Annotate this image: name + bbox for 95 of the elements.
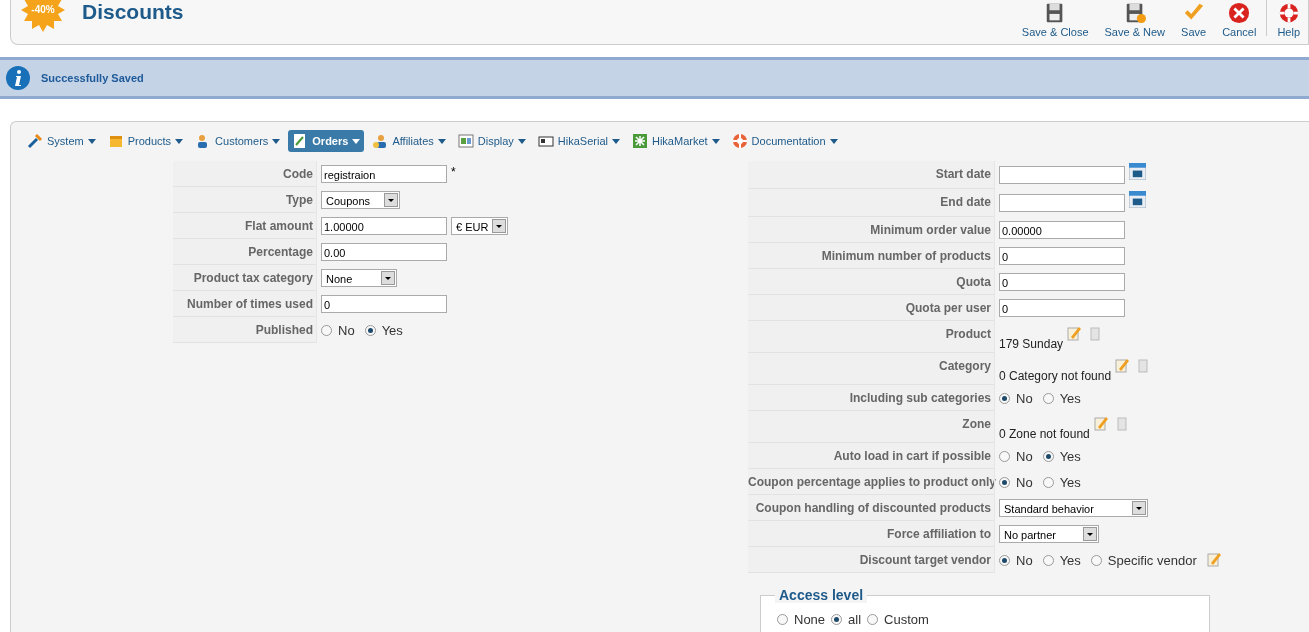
calendar-icon[interactable]	[1129, 191, 1146, 208]
field-value: 0 Zone not found	[999, 427, 1090, 441]
radio-option[interactable]: No	[321, 322, 355, 338]
field-label: Auto load in cart if possible	[748, 443, 994, 469]
toolbar-button[interactable]: Save	[1173, 0, 1215, 38]
field-label: Product	[748, 321, 994, 353]
radio-option[interactable]: Custom	[867, 612, 929, 627]
menu-icon	[372, 133, 389, 149]
toolbar-button[interactable]: Cancel	[1214, 0, 1265, 38]
text-field[interactable]: 0	[999, 247, 1125, 265]
field-label: Flat amount	[173, 213, 316, 239]
field-label: Coupon handling of discounted products	[748, 495, 994, 521]
toolbar-button[interactable]: Save & New	[1096, 0, 1174, 38]
text-field[interactable]: 0	[999, 273, 1125, 291]
menu-item[interactable]: Display	[453, 130, 530, 152]
radio-option[interactable]: Yes	[364, 322, 403, 338]
field-label: Minimum order value	[748, 217, 994, 243]
menu-icon	[27, 133, 43, 149]
toolbar-button[interactable]: Help	[1269, 0, 1308, 38]
field-label: Percentage	[173, 239, 316, 265]
radio-option[interactable]: all	[831, 612, 862, 627]
menu-icon	[457, 133, 474, 149]
edit-icon[interactable]	[1093, 415, 1110, 431]
menu-icon	[107, 133, 124, 149]
field-label: Type	[173, 187, 316, 213]
menu-item[interactable]: HikaMarket	[627, 130, 724, 152]
message-text: Successfully Saved	[41, 72, 144, 84]
text-field[interactable]: 0	[999, 299, 1125, 317]
menu-item[interactable]: Documentation	[727, 130, 842, 152]
radio-option[interactable]: No	[999, 448, 1033, 464]
field-label: Including sub categories	[748, 385, 994, 411]
caret-icon	[517, 138, 526, 144]
menu-item[interactable]: Affiliates	[368, 130, 450, 152]
field-label: Product tax category	[173, 265, 316, 291]
edit-icon[interactable]	[1115, 357, 1132, 373]
required-mark: *	[451, 165, 456, 179]
field-value: 179 Sunday	[999, 337, 1064, 351]
text-field[interactable]	[999, 194, 1125, 212]
radio-option[interactable]: Yes	[1042, 448, 1081, 464]
radio-option[interactable]: Yes	[1042, 474, 1081, 490]
field-label: Category	[748, 353, 994, 385]
section-title: Access level	[775, 587, 868, 603]
toolbar-button[interactable]: Save & Close	[1013, 0, 1097, 38]
caret-icon	[611, 138, 620, 144]
menu-item[interactable]: Customers	[191, 130, 285, 152]
menu-item[interactable]: HikaSerial	[533, 130, 624, 152]
radio-option[interactable]: Yes	[1042, 390, 1081, 406]
radio-option[interactable]: Specific vendor	[1090, 552, 1197, 568]
currency-select[interactable]: € EUR	[451, 217, 508, 235]
menu-item[interactable]: System	[23, 130, 100, 152]
text-field[interactable]: 1.00000	[321, 217, 447, 235]
field-value: 0 Category not found	[999, 369, 1112, 383]
select-field[interactable]: Coupons	[321, 191, 400, 209]
menu-icon	[537, 133, 554, 149]
calendar-icon[interactable]	[1129, 163, 1146, 180]
menu-icon	[731, 133, 748, 149]
select-field[interactable]: None	[321, 269, 397, 287]
select-field[interactable]: Standard behavior	[999, 499, 1148, 517]
text-field[interactable]: 0.00	[321, 243, 447, 261]
field-label: Discount target vendor	[748, 547, 994, 573]
field-label: Number of times used	[173, 291, 316, 317]
edit-icon[interactable]	[1067, 325, 1084, 341]
radio-option[interactable]: No	[999, 390, 1033, 406]
field-label: Quota per user	[748, 295, 994, 321]
text-field[interactable]: registraion	[321, 165, 447, 183]
caret-icon	[175, 138, 184, 144]
discount-logo: -40%	[21, 0, 65, 32]
caret-icon	[829, 138, 838, 144]
radio-option[interactable]: No	[999, 552, 1033, 568]
field-label: End date	[748, 189, 994, 217]
field-label: Published	[173, 317, 316, 343]
menu-item[interactable]: Orders	[288, 130, 365, 152]
caret-icon	[352, 138, 361, 144]
edit-icon[interactable]	[1206, 551, 1223, 567]
caret-icon	[711, 138, 720, 144]
menu-item[interactable]: Products	[103, 130, 188, 152]
page-title: Discounts	[82, 0, 184, 24]
text-field[interactable]: 0.00000	[999, 221, 1125, 239]
info-icon	[6, 66, 30, 90]
caret-icon	[272, 138, 281, 144]
caret-icon	[87, 138, 96, 144]
select-field[interactable]: No partner	[999, 525, 1099, 543]
menu-icon	[631, 133, 648, 149]
radio-option[interactable]: Yes	[1042, 552, 1081, 568]
radio-option[interactable]: None	[777, 612, 826, 627]
text-field[interactable]: 0	[321, 295, 447, 313]
field-label: Quota	[748, 269, 994, 295]
field-label: Zone	[748, 411, 994, 443]
field-label: Code	[173, 161, 316, 187]
text-field[interactable]	[999, 166, 1125, 184]
radio-option[interactable]: No	[999, 474, 1033, 490]
field-label: Minimum number of products	[748, 243, 994, 269]
field-label: Start date	[748, 161, 994, 189]
caret-icon	[437, 138, 446, 144]
field-label: Force affiliation to	[748, 521, 994, 547]
